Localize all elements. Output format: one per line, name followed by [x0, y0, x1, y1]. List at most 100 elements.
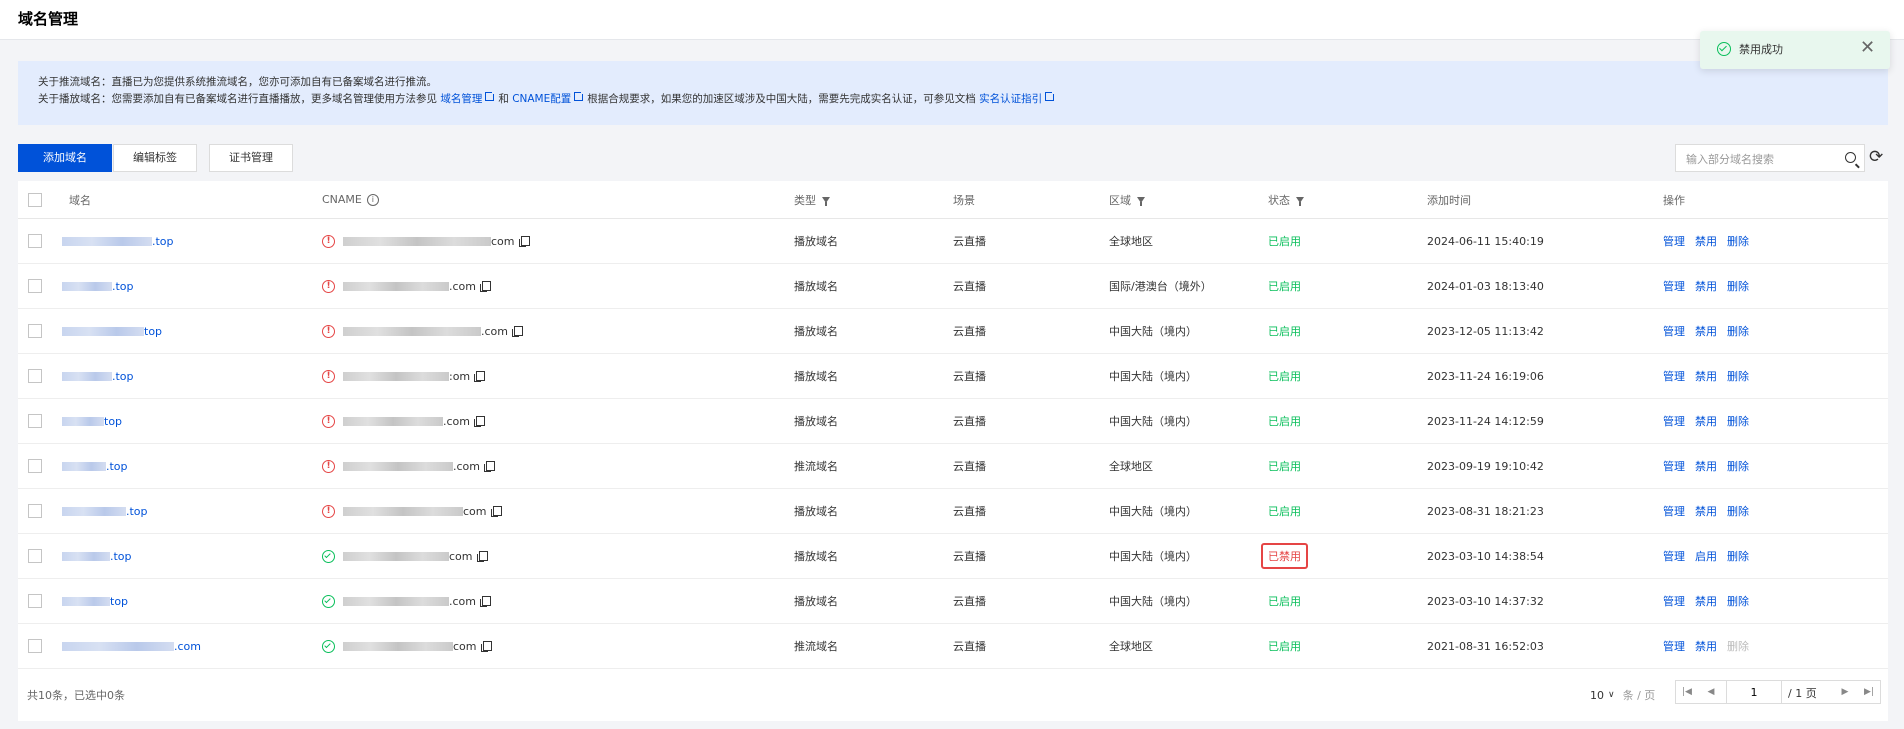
delete-button[interactable]: 删除: [1727, 503, 1749, 519]
domain-cell[interactable]: .top: [62, 489, 148, 533]
cert-management-button[interactable]: 证书管理: [209, 144, 293, 172]
cname-config-link[interactable]: CNAME配置: [512, 93, 571, 105]
warning-icon[interactable]: !: [322, 234, 335, 248]
copy-icon[interactable]: [480, 641, 492, 652]
page-size-select[interactable]: 10 ∨ 条 / 页: [1590, 669, 1655, 721]
warning-icon[interactable]: !: [322, 504, 335, 518]
manage-button[interactable]: 管理: [1663, 233, 1685, 249]
edit-tags-button[interactable]: 编辑标签: [113, 144, 197, 172]
add-domain-button[interactable]: 添加域名: [18, 144, 112, 172]
manage-button[interactable]: 管理: [1663, 638, 1685, 654]
manage-button[interactable]: 管理: [1663, 278, 1685, 294]
prev-page-icon[interactable]: ◀: [1700, 681, 1722, 703]
filter-icon[interactable]: [1296, 196, 1304, 206]
filter-icon[interactable]: [822, 196, 830, 206]
domain-suffix[interactable]: .top: [112, 370, 134, 383]
copy-icon[interactable]: [480, 281, 491, 292]
toggle-status-button[interactable]: 禁用: [1695, 368, 1717, 384]
domain-cell[interactable]: top: [62, 579, 128, 623]
close-icon[interactable]: ✕: [1860, 37, 1875, 58]
copy-icon[interactable]: [474, 371, 486, 382]
copy-icon[interactable]: [480, 596, 491, 607]
toggle-status-button[interactable]: 禁用: [1695, 638, 1717, 654]
domain-cell[interactable]: .top: [62, 534, 132, 578]
select-all-checkbox[interactable]: [28, 192, 42, 207]
domain-suffix[interactable]: .top: [152, 235, 174, 248]
row-checkbox[interactable]: [28, 414, 42, 428]
domain-management-link[interactable]: 域名管理: [440, 93, 482, 105]
toggle-status-button[interactable]: 禁用: [1695, 278, 1717, 294]
info-icon[interactable]: i: [366, 193, 379, 206]
warning-icon[interactable]: !: [322, 414, 335, 428]
row-checkbox[interactable]: [28, 639, 42, 653]
row-checkbox[interactable]: [28, 459, 42, 473]
manage-button[interactable]: 管理: [1663, 548, 1685, 564]
row-checkbox[interactable]: [28, 279, 42, 293]
search-input[interactable]: [1684, 150, 1838, 168]
delete-button[interactable]: 删除: [1727, 323, 1749, 339]
row-checkbox[interactable]: [28, 369, 42, 383]
refresh-icon[interactable]: ⟳: [1869, 147, 1883, 167]
col-status[interactable]: 状态: [1268, 181, 1304, 218]
realname-guide-link[interactable]: 实名认证指引: [979, 93, 1042, 105]
domain-suffix[interactable]: .top: [126, 505, 148, 518]
domain-suffix[interactable]: top: [110, 595, 128, 608]
copy-icon[interactable]: [476, 551, 488, 562]
delete-button[interactable]: 删除: [1727, 458, 1749, 474]
page-input[interactable]: [1726, 681, 1782, 703]
delete-button[interactable]: 删除: [1727, 368, 1749, 384]
toggle-status-button[interactable]: 禁用: [1695, 323, 1717, 339]
copy-icon[interactable]: [490, 506, 502, 517]
search-icon[interactable]: [1845, 152, 1856, 163]
col-region[interactable]: 区域: [1109, 181, 1145, 218]
manage-button[interactable]: 管理: [1663, 593, 1685, 609]
next-page-icon[interactable]: ▶: [1834, 681, 1856, 703]
col-type[interactable]: 类型: [794, 181, 830, 218]
warning-icon[interactable]: !: [322, 369, 335, 383]
copy-icon[interactable]: [474, 416, 485, 427]
warning-icon[interactable]: !: [322, 279, 335, 293]
row-checkbox[interactable]: [28, 324, 42, 338]
manage-button[interactable]: 管理: [1663, 413, 1685, 429]
row-checkbox[interactable]: [28, 594, 42, 608]
row-checkbox[interactable]: [28, 549, 42, 563]
warning-icon[interactable]: !: [322, 324, 335, 338]
warning-icon[interactable]: !: [322, 459, 335, 473]
domain-suffix[interactable]: .com: [174, 640, 201, 653]
delete-button[interactable]: 删除: [1727, 593, 1749, 609]
manage-button[interactable]: 管理: [1663, 503, 1685, 519]
manage-button[interactable]: 管理: [1663, 368, 1685, 384]
domain-suffix[interactable]: top: [104, 415, 122, 428]
copy-icon[interactable]: [484, 461, 495, 472]
filter-icon[interactable]: [1137, 196, 1145, 206]
copy-icon[interactable]: [518, 236, 530, 247]
row-checkbox[interactable]: [28, 234, 42, 248]
toggle-status-button[interactable]: 禁用: [1695, 593, 1717, 609]
delete-button[interactable]: 删除: [1727, 548, 1749, 564]
row-checkbox[interactable]: [28, 504, 42, 518]
toggle-status-button[interactable]: 禁用: [1695, 503, 1717, 519]
toggle-status-button[interactable]: 启用: [1695, 548, 1717, 564]
domain-suffix[interactable]: .top: [112, 280, 134, 293]
domain-suffix[interactable]: top: [144, 325, 162, 338]
domain-cell[interactable]: .com: [62, 624, 201, 668]
manage-button[interactable]: 管理: [1663, 458, 1685, 474]
last-page-icon[interactable]: ▶|: [1858, 681, 1880, 703]
toggle-status-button[interactable]: 禁用: [1695, 458, 1717, 474]
copy-icon[interactable]: [512, 326, 523, 337]
toggle-status-button[interactable]: 禁用: [1695, 233, 1717, 249]
delete-button[interactable]: 删除: [1727, 278, 1749, 294]
domain-suffix[interactable]: .top: [110, 550, 132, 563]
delete-button[interactable]: 删除: [1727, 413, 1749, 429]
first-page-icon[interactable]: |◀: [1676, 681, 1698, 703]
domain-cell[interactable]: top: [62, 309, 162, 353]
manage-button[interactable]: 管理: [1663, 323, 1685, 339]
domain-cell[interactable]: .top: [62, 444, 128, 488]
domain-cell[interactable]: .top: [62, 354, 134, 398]
domain-suffix[interactable]: .top: [106, 460, 128, 473]
domain-cell[interactable]: .top: [62, 264, 134, 308]
domain-cell[interactable]: .top: [62, 219, 174, 263]
delete-button[interactable]: 删除: [1727, 233, 1749, 249]
toggle-status-button[interactable]: 禁用: [1695, 413, 1717, 429]
domain-cell[interactable]: top: [62, 399, 122, 443]
